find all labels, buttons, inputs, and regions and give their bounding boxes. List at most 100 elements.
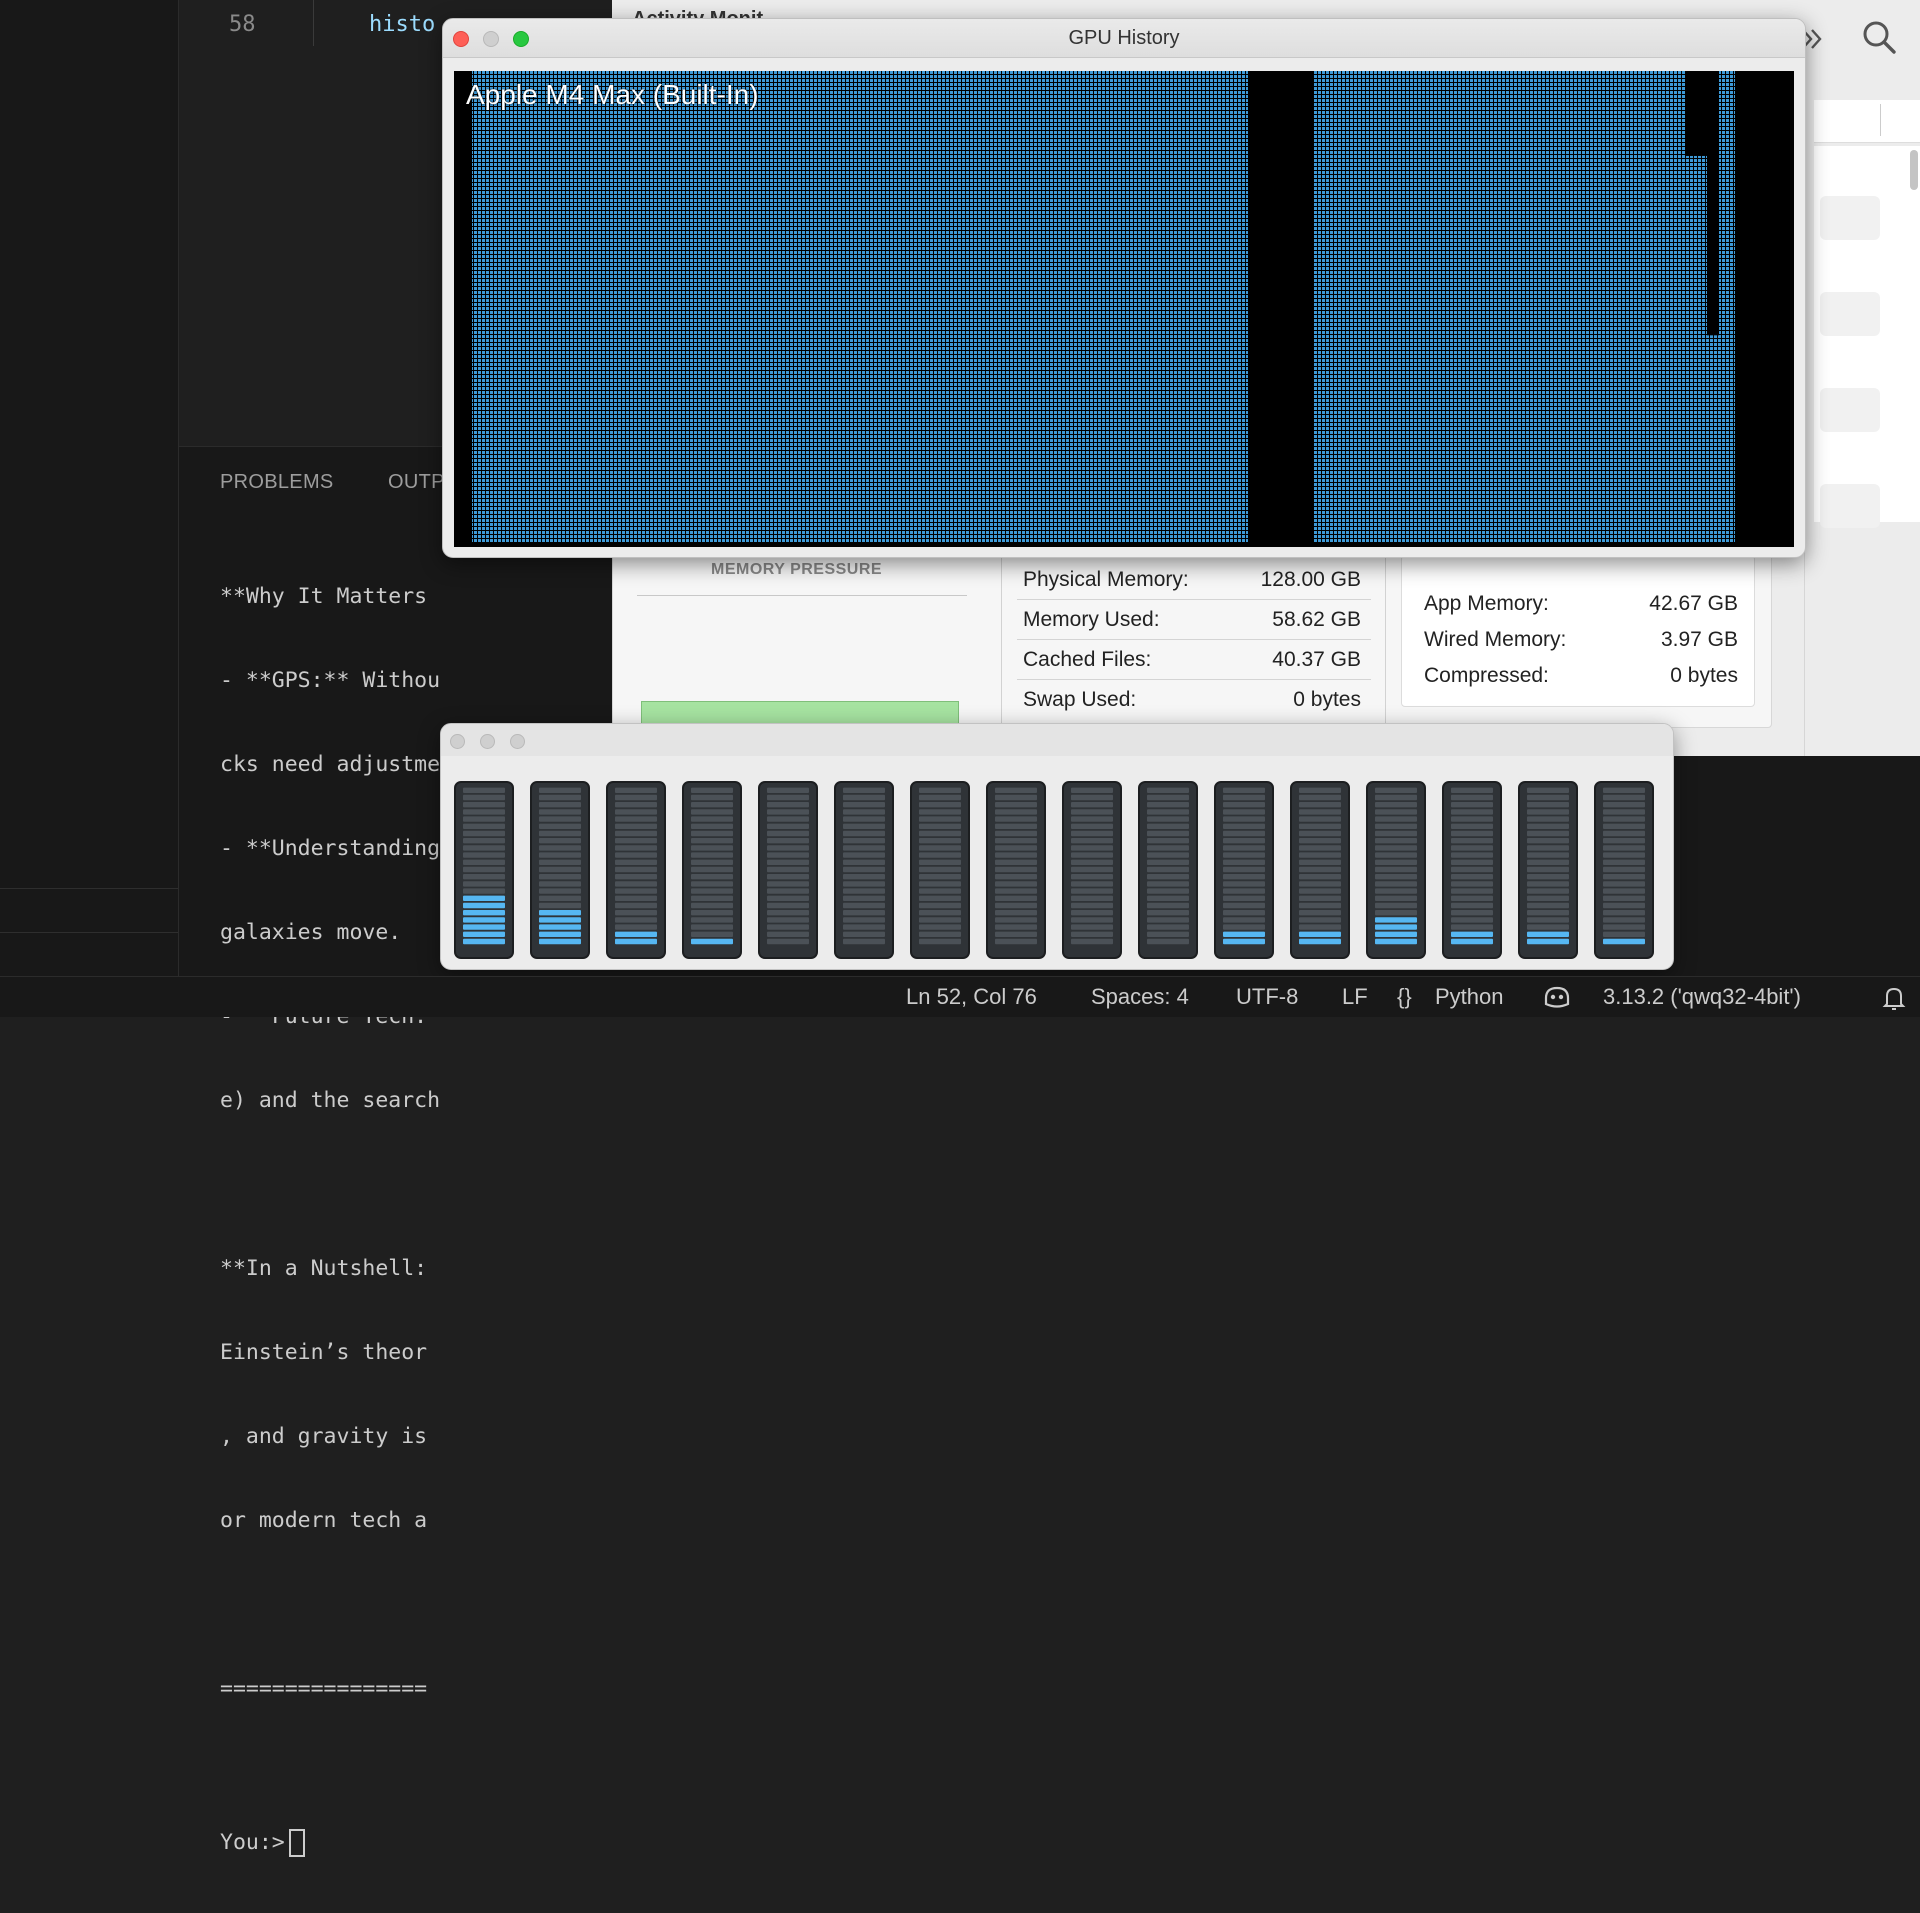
cpu-load-segment <box>691 874 733 880</box>
cpu-load-segment-active <box>1527 938 1569 945</box>
cpu-load-segment <box>1147 938 1189 945</box>
cpu-load-segment <box>919 888 961 894</box>
terminal-prompt-line[interactable]: You:> <box>220 1829 440 1857</box>
status-bar: Ln 52, Col 76 Spaces: 4 UTF-8 LF {} Pyth… <box>0 976 1920 1017</box>
cpu-load-segment <box>691 802 733 808</box>
tab-problems[interactable]: PROBLEMS <box>220 471 334 494</box>
cpu-load-segment <box>767 888 809 894</box>
search-icon[interactable] <box>1860 18 1900 58</box>
cpu-load-segment <box>1147 910 1189 916</box>
cpu-load-segment <box>919 845 961 851</box>
python-interpreter[interactable]: 3.13.2 ('qwq32-4bit') <box>1603 984 1801 1010</box>
cpu-load-segment <box>1223 888 1265 894</box>
cpu-load-segment <box>615 830 657 837</box>
cpu-load-segment <box>1527 816 1569 822</box>
cpu-load-segment <box>539 888 581 894</box>
window-titlebar[interactable] <box>441 724 1673 756</box>
terminal-line: galaxies move. <box>220 920 402 945</box>
close-button[interactable] <box>450 734 465 749</box>
copilot-icon[interactable] <box>1542 984 1572 1010</box>
cpu-core-meter <box>1366 781 1426 959</box>
cpu-load-segment <box>615 823 657 829</box>
cpu-load-segment <box>1603 830 1645 837</box>
cpu-load-segment <box>539 809 581 815</box>
cpu-load-segment <box>919 924 961 930</box>
cpu-load-segment <box>1451 902 1493 909</box>
cpu-load-segment <box>691 794 733 801</box>
cpu-load-segment <box>767 809 809 815</box>
cpu-load-segment <box>1147 895 1189 901</box>
gpu-history-chart <box>472 71 1735 543</box>
bell-icon[interactable] <box>1882 985 1906 1011</box>
gpu-history-graph: Apple M4 Max (Built-In) <box>454 71 1794 547</box>
cpu-load-segment <box>1527 888 1569 894</box>
cpu-load-segment <box>767 852 809 858</box>
tab-output[interactable]: OUTP <box>388 471 445 494</box>
line-ending[interactable]: LF <box>1342 984 1368 1010</box>
language-mode-braces[interactable]: {} <box>1397 984 1412 1010</box>
cpu-load-segment <box>1223 859 1265 865</box>
wired-memory-value: 3.97 GB <box>1660 628 1738 651</box>
cpu-load-segment <box>919 910 961 916</box>
indentation-setting[interactable]: Spaces: 4 <box>1091 984 1189 1010</box>
cpu-load-segment <box>1299 794 1341 801</box>
window-title: GPU History <box>1068 27 1180 49</box>
cpu-load-segment <box>1603 823 1645 829</box>
gpu-usage-segment <box>1707 335 1719 543</box>
cpu-load-segment <box>767 816 809 822</box>
cpu-load-segment <box>539 802 581 808</box>
cpu-load-segment <box>767 881 809 887</box>
cpu-load-segment <box>995 852 1037 858</box>
panel-divider <box>1001 551 1002 727</box>
terminal-prompt: You:> <box>220 1830 285 1855</box>
scrollbar-thumb[interactable] <box>1910 150 1918 190</box>
cpu-load-segment <box>767 924 809 930</box>
cursor-position[interactable]: Ln 52, Col 76 <box>906 984 1037 1010</box>
cpu-core-meter <box>454 781 514 959</box>
cpu-load-segment <box>1375 816 1417 822</box>
cpu-load-segment <box>843 845 885 851</box>
gpu-history-window[interactable]: GPU History Apple M4 Max (Built-In) <box>442 18 1806 558</box>
sidebar <box>0 0 179 976</box>
table-row[interactable] <box>1820 388 1880 432</box>
table-row[interactable] <box>1820 292 1880 336</box>
cpu-load-segment <box>919 938 961 945</box>
cpu-load-segment <box>767 931 809 937</box>
cpu-load-segment <box>1071 816 1113 822</box>
table-row[interactable] <box>1820 484 1880 528</box>
cpu-load-segment <box>919 881 961 887</box>
cpu-load-segment <box>539 874 581 880</box>
window-titlebar[interactable]: GPU History <box>443 19 1805 58</box>
cpu-load-segment <box>843 794 885 801</box>
language-mode[interactable]: Python <box>1435 984 1504 1010</box>
cpu-load-segment <box>615 902 657 909</box>
cpu-load-segment <box>1299 838 1341 844</box>
cpu-load-segment <box>1299 924 1341 930</box>
cpu-load-segment-active <box>539 910 581 916</box>
table-row[interactable] <box>1820 196 1880 240</box>
cpu-load-segment <box>1299 917 1341 923</box>
cpu-load-segment <box>1071 852 1113 858</box>
cpu-load-segment <box>615 917 657 923</box>
cpu-load-segment <box>1527 895 1569 901</box>
cpu-load-segment-active <box>1223 931 1265 937</box>
cpu-load-segment <box>1147 823 1189 829</box>
cpu-load-segment <box>843 852 885 858</box>
minimize-button[interactable] <box>480 734 495 749</box>
cpu-load-segment <box>843 917 885 923</box>
terminal-output[interactable]: **Why It Matters - **GPS:** Withou cks n… <box>220 527 440 1913</box>
cpu-load-segment <box>995 809 1037 815</box>
panel-divider <box>1385 551 1386 727</box>
cpu-load-segment <box>1375 859 1417 865</box>
cpu-load-segment <box>1451 866 1493 873</box>
cpu-load-segment <box>1147 859 1189 865</box>
cpu-usage-window[interactable] <box>440 723 1674 970</box>
cpu-load-segment <box>1451 888 1493 894</box>
cpu-load-segment <box>1147 809 1189 815</box>
zoom-button[interactable] <box>510 734 525 749</box>
file-encoding[interactable]: UTF-8 <box>1236 984 1298 1010</box>
cpu-load-segment <box>463 787 505 793</box>
cpu-load-segment <box>843 874 885 880</box>
terminal-line: ================ <box>220 1676 428 1701</box>
cpu-load-segment <box>843 838 885 844</box>
